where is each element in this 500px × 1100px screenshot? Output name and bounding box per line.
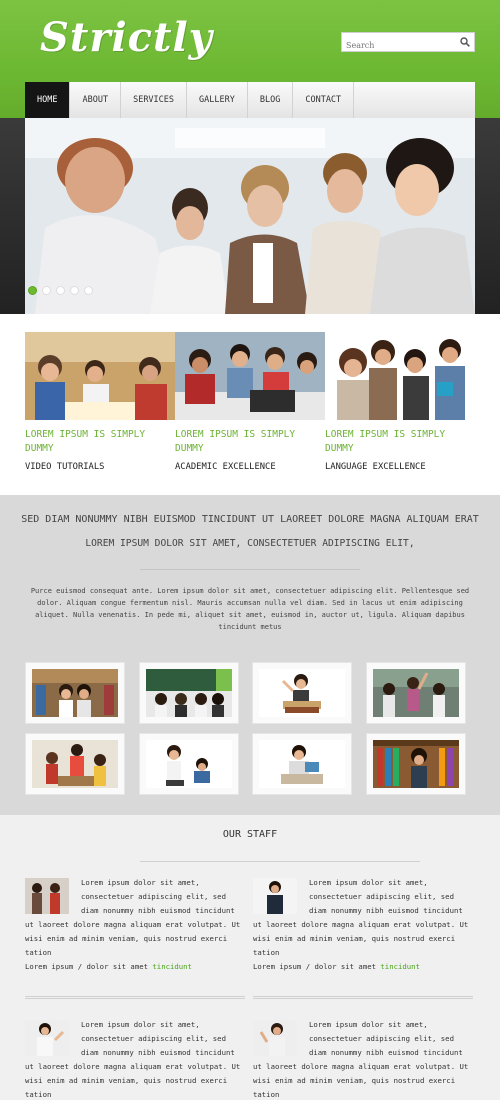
intro-subheadline: LOREM IPSUM DOLOR SIT AMET, CONSECTETUER… <box>85 538 415 549</box>
staff-meta: Lorem ipsum / dolor sit amet tincidunt <box>25 962 192 971</box>
feature-image[interactable] <box>325 332 475 420</box>
feature-subtitle: LANGUAGE EXCELLENCE <box>325 462 426 472</box>
slider-dot[interactable] <box>42 286 51 295</box>
staff-intro: Lorem ipsum dolor sit amet, consectetuer… <box>309 878 463 915</box>
search-icon[interactable] <box>460 37 470 47</box>
feature-image[interactable] <box>175 332 325 420</box>
divider <box>253 996 473 999</box>
slider-dot[interactable] <box>70 286 79 295</box>
staff-avatar[interactable] <box>25 878 69 914</box>
feature-title[interactable]: LOREM IPSUM IS SIMPLY DUMMY <box>325 428 455 456</box>
feature-title[interactable]: LOREM IPSUM IS SIMPLY DUMMY <box>175 428 305 456</box>
staff-body: ut laoreet dolore magna aliquam erat vol… <box>253 920 469 957</box>
gallery-thumb[interactable] <box>25 733 125 795</box>
slider-dots <box>28 286 93 295</box>
nav-gallery[interactable]: GALLERY <box>187 82 248 118</box>
staff-intro: Lorem ipsum dolor sit amet, consectetuer… <box>81 1020 235 1057</box>
search-box[interactable] <box>341 32 475 55</box>
gallery-thumb[interactable] <box>366 733 466 795</box>
gallery-thumb[interactable] <box>252 662 352 724</box>
staff-meta-text: Lorem ipsum / dolor sit amet <box>25 962 153 971</box>
feature-subtitle: ACADEMIC EXCELLENCE <box>175 462 276 472</box>
divider <box>25 996 245 999</box>
staff-avatar[interactable] <box>25 1020 69 1056</box>
feature-item: LOREM IPSUM IS SIMPLY DUMMY VIDEO TUTORI… <box>25 332 175 472</box>
gallery-thumb[interactable] <box>139 662 239 724</box>
side-band-left <box>0 118 25 314</box>
gallery-thumb[interactable] <box>252 733 352 795</box>
staff-body: ut laoreet dolore magna aliquam erat vol… <box>25 1062 241 1099</box>
feature-title[interactable]: LOREM IPSUM IS SIMPLY DUMMY <box>25 428 155 456</box>
gallery-thumb[interactable] <box>139 733 239 795</box>
nav-about[interactable]: ABOUT <box>70 82 122 118</box>
feature-item: LOREM IPSUM IS SIMPLY DUMMY ACADEMIC EXC… <box>175 332 325 472</box>
gallery-thumb[interactable] <box>366 662 466 724</box>
staff-meta: Lorem ipsum / dolor sit amet tincidunt <box>253 962 420 971</box>
slider-dot[interactable] <box>28 286 37 295</box>
feature-image[interactable] <box>25 332 175 420</box>
staff-title: OUR STAFF <box>222 829 278 840</box>
staff-card: Lorem ipsum dolor sit amet, consectetuer… <box>25 878 247 988</box>
nav-home[interactable]: HOME <box>25 82 71 118</box>
staff-intro: Lorem ipsum dolor sit amet, consectetuer… <box>81 878 235 915</box>
intro-headline: SED DIAM NONUMMY NIBH EUISMOD TINCIDUNT … <box>21 514 479 525</box>
nav-services[interactable]: SERVICES <box>121 82 188 118</box>
side-band-right <box>475 118 500 314</box>
divider <box>140 861 420 862</box>
staff-card: Lorem ipsum dolor sit amet, consectetuer… <box>253 1020 475 1100</box>
nav-contact[interactable]: CONTACT <box>293 82 355 118</box>
staff-card: Lorem ipsum dolor sit amet, consectetuer… <box>25 1020 247 1100</box>
feature-item: LOREM IPSUM IS SIMPLY DUMMY LANGUAGE EXC… <box>325 332 475 472</box>
staff-card: Lorem ipsum dolor sit amet, consectetuer… <box>253 878 475 988</box>
slider-dot[interactable] <box>56 286 65 295</box>
slider-dot[interactable] <box>84 286 93 295</box>
staff-body: ut laoreet dolore magna aliquam erat vol… <box>25 920 241 957</box>
divider <box>140 569 360 570</box>
intro-section: SED DIAM NONUMMY NIBH EUISMOD TINCIDUNT … <box>0 495 500 815</box>
features-section: LOREM IPSUM IS SIMPLY DUMMY VIDEO TUTORI… <box>0 314 500 495</box>
staff-avatar[interactable] <box>253 1020 297 1056</box>
intro-paragraph: Purce euismod consequat ante. Lorem ipsu… <box>30 587 470 631</box>
staff-link[interactable]: tincidunt <box>380 962 420 971</box>
staff-intro: Lorem ipsum dolor sit amet, consectetuer… <box>309 1020 463 1057</box>
main-nav: HOME ABOUT SERVICES GALLERY BLOG CONTACT <box>25 82 475 118</box>
nav-blog[interactable]: BLOG <box>248 82 294 118</box>
site-logo[interactable]: Strictly <box>40 14 213 61</box>
hero-slider-image <box>25 118 475 314</box>
staff-meta-text: Lorem ipsum / dolor sit amet <box>253 962 381 971</box>
gallery-thumb[interactable] <box>25 662 125 724</box>
search-input[interactable] <box>342 36 454 55</box>
staff-link[interactable]: tincidunt <box>152 962 192 971</box>
staff-body: ut laoreet dolore magna aliquam erat vol… <box>253 1062 469 1099</box>
staff-avatar[interactable] <box>253 878 297 914</box>
feature-subtitle: VIDEO TUTORIALS <box>25 462 105 472</box>
